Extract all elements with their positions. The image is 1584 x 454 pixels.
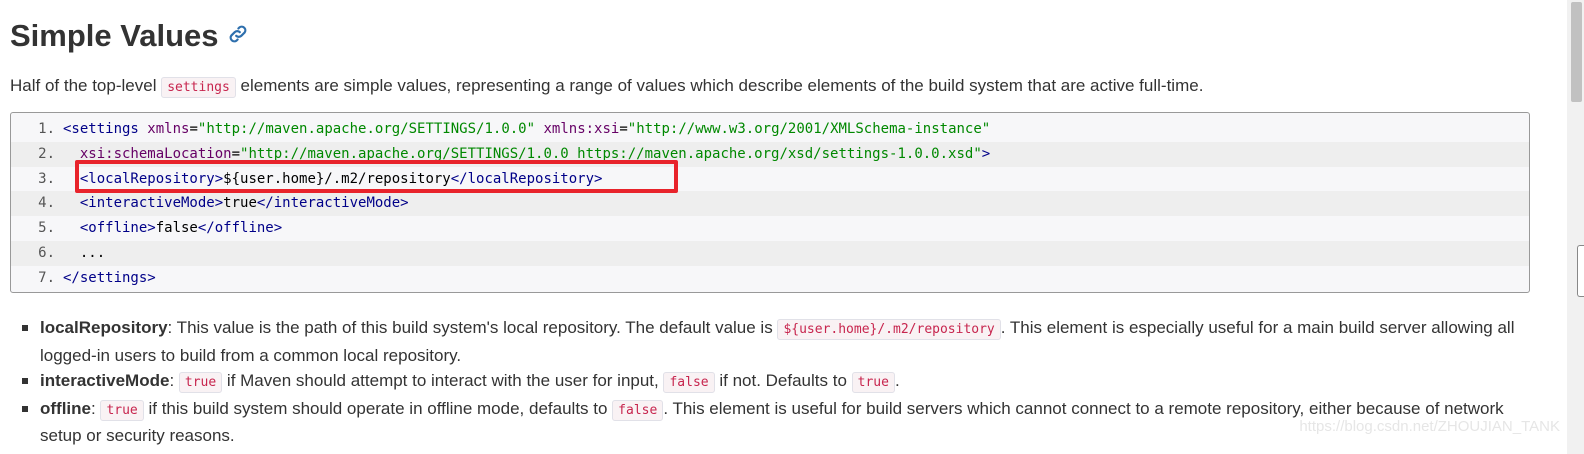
code-line: 6. ... [11, 240, 1529, 266]
line-code: <settings xmlns="http://maven.apache.org… [63, 117, 990, 142]
inline-code: false [612, 399, 664, 421]
line-number: 3. [38, 170, 55, 187]
line-number: 6. [38, 244, 55, 261]
code-line: 4. <interactiveMode>true</interactiveMod… [11, 191, 1529, 217]
intro-text-after: elements are simple values, representing… [235, 76, 1204, 95]
line-code: <interactiveMode>true</interactiveMode> [63, 191, 409, 216]
code-token: = [189, 121, 198, 137]
line-code: ... [63, 241, 105, 266]
code-token: <offline> [79, 220, 156, 237]
code-line: 1. <settings xmlns="http://maven.apache.o… [11, 117, 1529, 142]
code-lines: 1. <settings xmlns="http://maven.apache.o… [11, 117, 1529, 291]
inline-code: settings [161, 77, 236, 98]
line-code: <offline>false</offline> [63, 216, 282, 241]
intro-paragraph: Half of the top-level settings elements … [10, 72, 1203, 102]
highlight-box [75, 160, 678, 193]
line-number: 5. [38, 220, 55, 237]
inline-code: true [851, 372, 895, 393]
code-block: 1. <settings xmlns="http://maven.apache.o… [10, 112, 1530, 293]
inline-code: false [663, 372, 715, 393]
code-token: <interactiveMode> [79, 195, 224, 212]
watermark: https://blog.csdn.net/ZHOUJIAN_TANK [1299, 418, 1560, 435]
inline-code: true [178, 372, 223, 393]
line-number: 2. [38, 145, 55, 162]
definition-text: if Maven should attempt to interact with… [222, 371, 664, 390]
definition-text: . [894, 371, 900, 390]
line-number: 4. [38, 195, 55, 212]
line-number: 7. [38, 269, 55, 286]
scrollbar-thumb[interactable] [1571, 2, 1582, 102]
code-token: </settings> [63, 269, 156, 286]
definition-term: interactiveMode [40, 371, 170, 390]
code-token: "http://maven.apache.org/SETTINGS/1.0.0" [197, 121, 536, 137]
definition-item: localRepository: This value is the path … [10, 315, 1540, 368]
scrollbar[interactable] [1567, 0, 1584, 454]
code-line: 7. </settings> [11, 266, 1529, 291]
line-number: 1. [38, 121, 55, 137]
line-code: </settings> [63, 266, 156, 291]
code-token: = [619, 121, 628, 137]
inline-code: ${user.home}/.m2/repository [777, 319, 1001, 340]
code-line: 5. <offline>false</offline> [11, 216, 1529, 241]
code-token: xmlns [147, 121, 190, 137]
inline-code: true [100, 399, 144, 421]
definition-text: : This value is the path of this build s… [167, 318, 778, 337]
definition-text: if not. Defaults to [714, 371, 852, 390]
page-title-text: Simple Values [10, 18, 219, 53]
link-icon[interactable] [227, 15, 249, 55]
intro-text-before: Half of the top-level [10, 76, 162, 95]
definition-term: offline [40, 398, 91, 418]
code-token: false [155, 220, 198, 237]
code-token: > [981, 145, 991, 162]
definition-text: : [169, 371, 179, 390]
code-token: true [223, 195, 257, 212]
page-title: Simple Values [10, 16, 249, 56]
code-token: </offline> [197, 220, 283, 237]
definition-item: interactiveMode: true if Maven should at… [10, 368, 1540, 396]
code-token: "http://www.w3.org/2001/XMLSchema-instan… [627, 121, 991, 137]
side-tab[interactable] [1577, 245, 1584, 297]
code-token: <settings [63, 121, 148, 137]
code-token: ... [63, 244, 106, 261]
definition-term: localRepository [40, 318, 168, 337]
code-token: xmlns:xsi [543, 121, 620, 137]
definition-text: if this build system should operate in o… [143, 398, 613, 418]
code-token: </interactiveMode> [256, 195, 409, 212]
